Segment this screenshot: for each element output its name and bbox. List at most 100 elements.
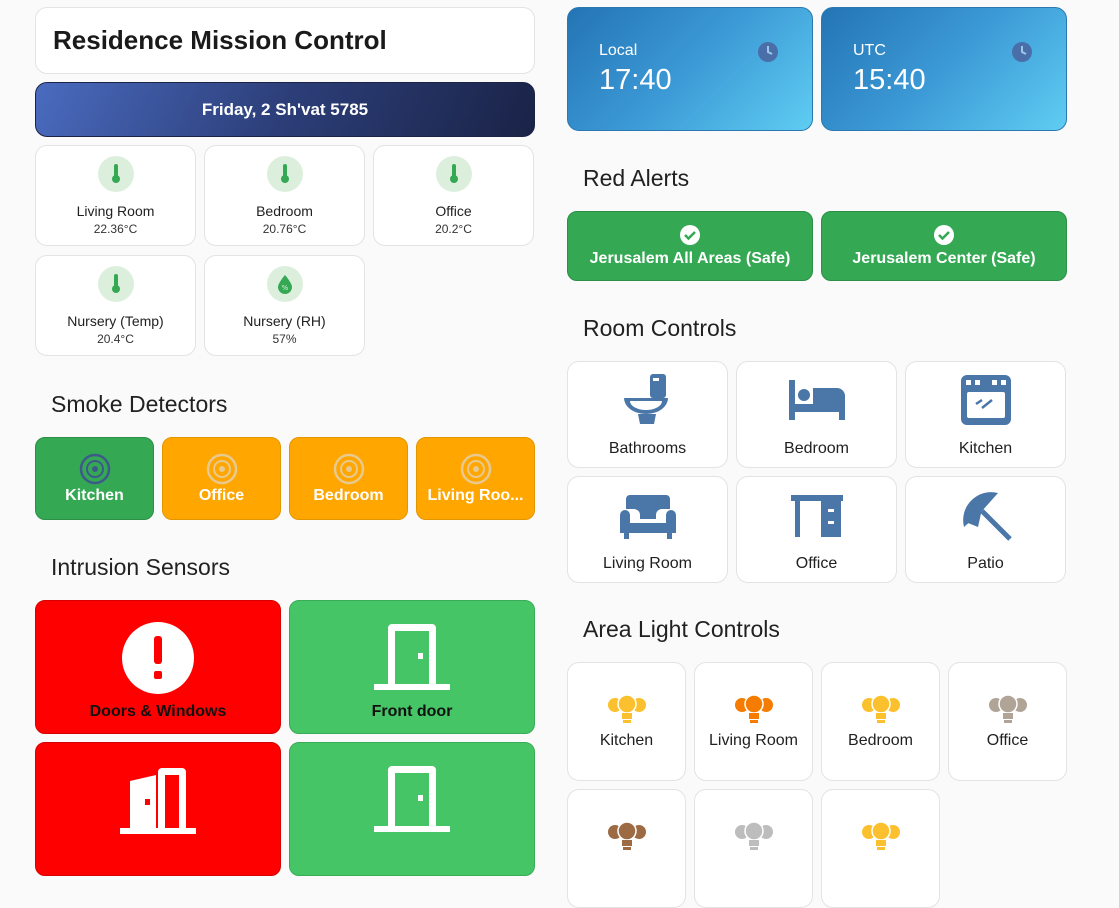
light-office[interactable]: Office [948,662,1067,781]
red-alert-label: Jerusalem Center (Safe) [852,250,1036,267]
title-card: Residence Mission Control [35,7,535,74]
intrusion-section-title: Intrusion Sensors [51,554,230,580]
lightbulb-group-icon [607,694,646,723]
smoke-detector-bedroom[interactable]: Bedroom [289,437,408,520]
intrusion-front-door[interactable]: Front door [289,600,535,734]
date-banner: Friday, 2 Sh'vat 5785 [35,82,535,137]
check-circle-icon [934,225,954,245]
red-alert-jerusalem-center[interactable]: Jerusalem Center (Safe) [821,211,1067,281]
red-alert-jerusalem-all-areas[interactable]: Jerusalem All Areas (Safe) [567,211,813,281]
light-controls-section-title: Area Light Controls [583,616,780,642]
red-alert-label: Jerusalem All Areas (Safe) [589,250,791,267]
thermometer-icon [266,156,303,192]
smoke-label: Kitchen [65,486,124,504]
sensor-value: 57% [272,332,297,346]
red-alerts-section-title: Red Alerts [583,165,690,191]
light-area-7[interactable] [821,789,940,908]
clock-time: 15:40 [853,64,926,96]
sensor-value: 20.76°C [262,222,307,236]
sensor-name: Office [435,203,472,219]
room-controls-section-title: Room Controls [583,315,737,341]
toilet-icon [623,374,668,424]
light-label: Bedroom [848,732,913,749]
intrusion-label: Doors & Windows [89,703,227,720]
smoke-detector-icon [79,453,110,484]
sensor-card-living-room[interactable]: Living Room 22.36°C [35,145,196,246]
room-bedroom[interactable]: Bedroom [736,361,897,468]
page-title: Residence Mission Control [53,25,387,55]
light-label: Living Room [709,732,798,749]
sensor-card-nursery-rh[interactable]: % Nursery (RH) 57% [204,255,365,356]
thermometer-icon [97,266,134,302]
sensor-card-office[interactable]: Office 20.2°C [373,145,534,246]
sensor-name: Bedroom [256,203,313,219]
light-label: Office [986,732,1029,749]
smoke-label: Bedroom [313,486,384,504]
room-label: Bathrooms [608,440,687,457]
room-kitchen[interactable]: Kitchen [905,361,1066,468]
stove-icon [960,375,1011,425]
intrusion-sensor-3[interactable] [35,742,281,876]
light-area-6[interactable] [694,789,813,908]
smoke-label: Living Roo... [427,486,524,504]
room-label: Kitchen [958,440,1013,457]
lightbulb-group-icon [734,694,773,723]
check-circle-icon [680,225,700,245]
light-bedroom[interactable]: Bedroom [821,662,940,781]
smoke-detector-icon [460,453,491,484]
sensor-value: 20.4°C [97,332,134,346]
smoke-detector-kitchen[interactable]: Kitchen [35,437,154,520]
desk-icon [790,495,843,537]
room-office[interactable]: Office [736,476,897,583]
sensor-card-nursery-temp[interactable]: Nursery (Temp) 20.4°C [35,255,196,356]
sensor-card-bedroom[interactable]: Bedroom 20.76°C [204,145,365,246]
clock-label: Local [599,42,638,59]
light-area-5[interactable] [567,789,686,908]
light-kitchen[interactable]: Kitchen [567,662,686,781]
lightbulb-group-icon [988,694,1027,723]
room-label: Office [795,555,838,572]
sensor-name: Nursery (Temp) [67,313,164,329]
lightbulb-group-icon [607,821,646,850]
alert-circle-icon [122,622,194,694]
clock-icon [758,42,778,62]
intrusion-doors-windows[interactable]: Doors & Windows [35,600,281,734]
room-label: Living Room [603,555,692,572]
intrusion-sensor-4[interactable] [289,742,535,876]
umbrella-icon [962,492,1012,541]
sofa-icon [619,495,676,539]
lightbulb-group-icon [861,694,900,723]
smoke-detector-icon [206,453,237,484]
lightbulb-group-icon [734,821,773,850]
sensor-value: 20.2°C [435,222,472,236]
sensor-name: Nursery (RH) [243,313,326,329]
clock-label: UTC [853,42,886,59]
clock-utc[interactable]: UTC 15:40 [821,7,1067,131]
door-closed-icon [374,624,450,690]
thermometer-icon [97,156,134,192]
bed-icon [788,380,845,420]
smoke-detector-living-room[interactable]: Living Roo... [416,437,535,520]
room-label: Patio [967,555,1004,572]
door-open-icon [120,768,196,834]
door-closed-icon [374,766,450,832]
room-living-room[interactable]: Living Room [567,476,728,583]
clock-local[interactable]: Local 17:40 [567,7,813,131]
light-label: Kitchen [599,732,654,749]
light-living-room[interactable]: Living Room [694,662,813,781]
smoke-detector-icon [333,453,364,484]
clock-time: 17:40 [599,64,672,96]
clock-icon [1012,42,1032,62]
water-percent-icon: % [266,266,303,302]
smoke-detector-office[interactable]: Office [162,437,281,520]
svg-text:%: % [281,284,288,292]
room-bathrooms[interactable]: Bathrooms [567,361,728,468]
room-patio[interactable]: Patio [905,476,1066,583]
sensor-value: 22.36°C [93,222,138,236]
sensor-name: Living Room [76,203,155,219]
thermometer-icon [435,156,472,192]
smoke-label: Office [198,486,245,504]
smoke-section-title: Smoke Detectors [51,391,228,417]
intrusion-label: Front door [371,703,453,720]
date-text: Friday, 2 Sh'vat 5785 [201,99,369,119]
